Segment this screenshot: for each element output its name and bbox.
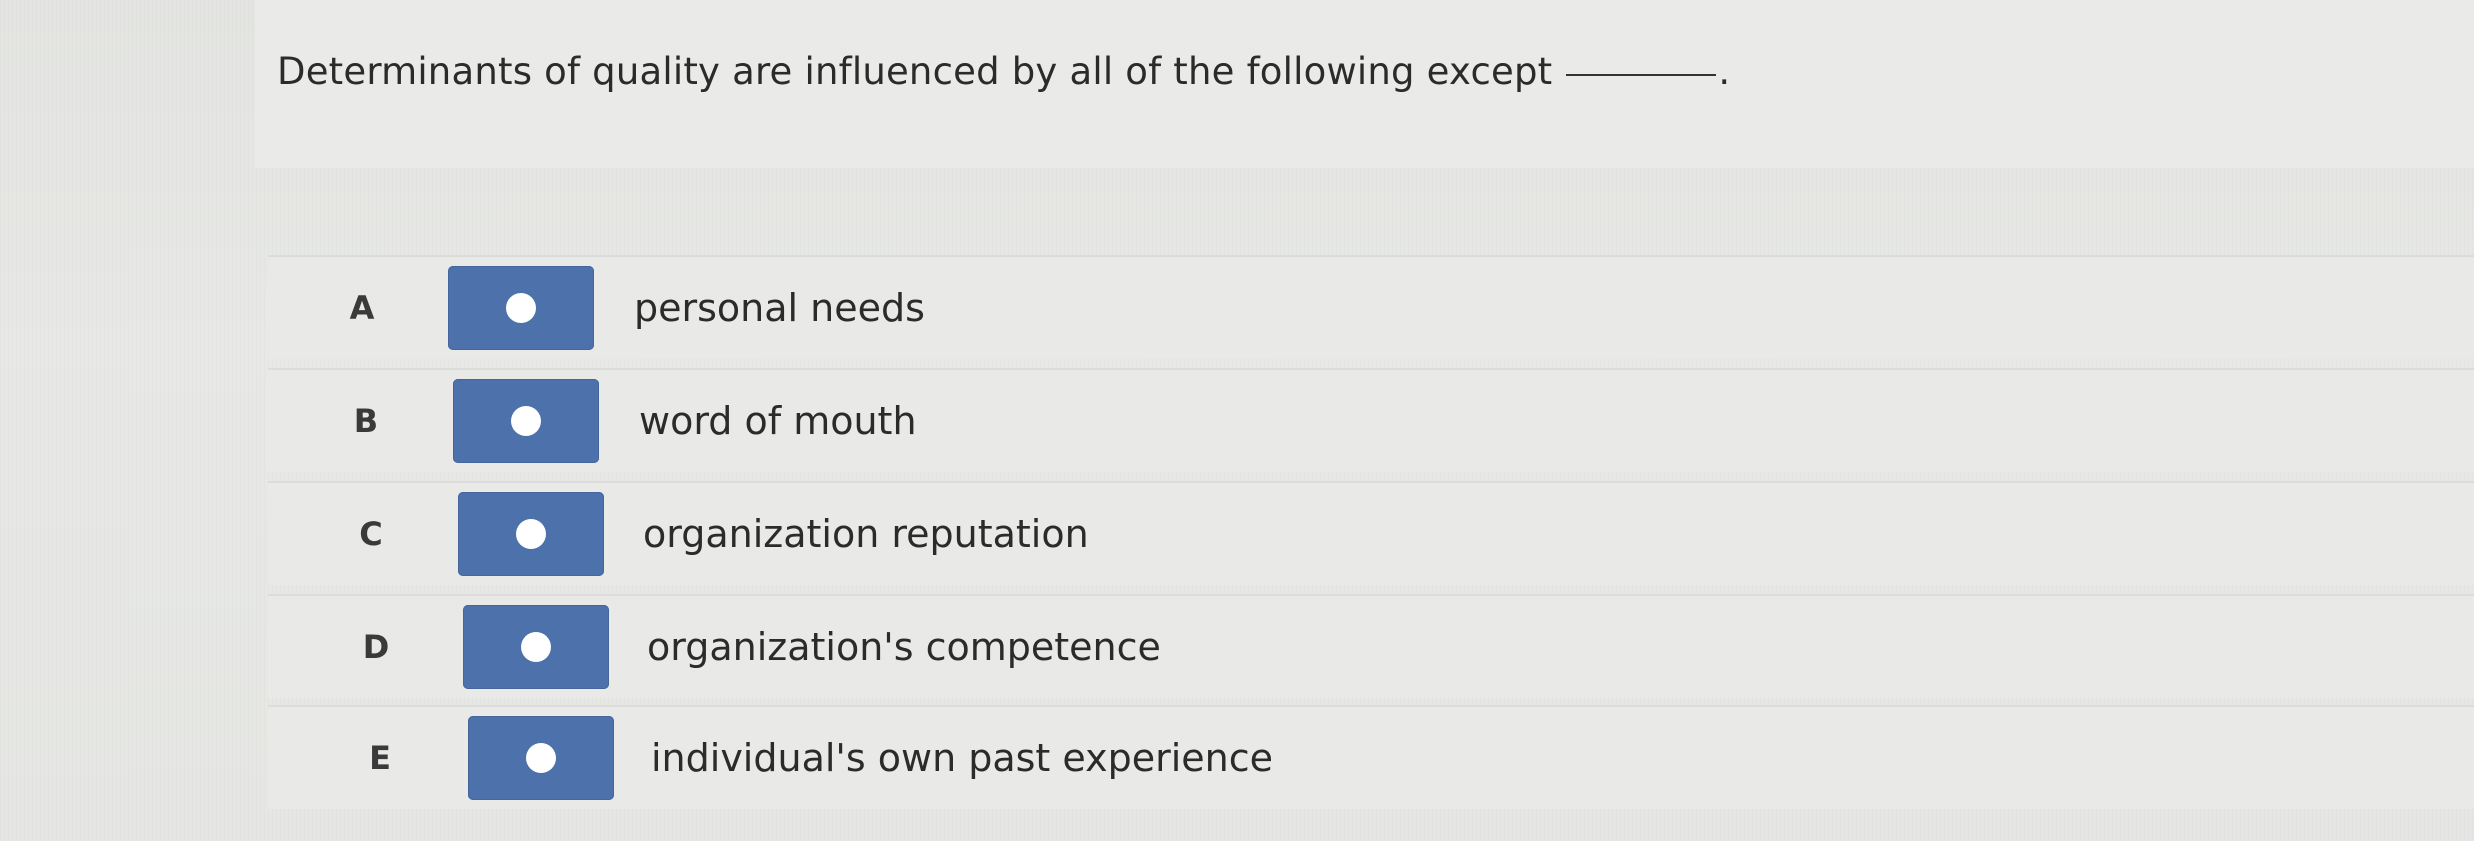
option-e-radio-button[interactable] [468,716,614,800]
option-letter: B [353,402,379,440]
radio-dot-icon [506,293,536,323]
option-letter: D [362,628,390,666]
radio-dot-icon [521,632,551,662]
option-b-radio-button[interactable] [453,379,599,463]
option-d[interactable]: D organization's competence [268,594,2474,698]
option-letter: A [349,289,375,327]
question-period: . [1718,50,1731,93]
option-label: individual's own past experience [651,736,1274,780]
radio-dot-icon [511,406,541,436]
option-letter: C [359,515,383,553]
option-label: organization's competence [647,625,1161,669]
option-a[interactable]: A personal needs [268,255,2474,359]
question-text: Determinants of quality are influenced b… [277,50,1553,93]
option-label: personal needs [634,286,925,330]
radio-dot-icon [516,519,546,549]
answer-blank [1566,74,1717,76]
option-label: organization reputation [643,512,1089,556]
radio-dot-icon [526,743,556,773]
option-letter: E [369,739,391,777]
option-d-radio-button[interactable] [463,605,609,689]
option-c[interactable]: C organization reputation [268,481,2474,585]
option-b[interactable]: B word of mouth [268,368,2474,472]
question-prompt: Determinants of quality are influenced b… [277,50,1730,93]
option-a-radio-button[interactable] [448,266,594,350]
option-label: word of mouth [639,399,917,443]
option-c-radio-button[interactable] [458,492,604,576]
option-e[interactable]: E individual's own past experience [268,705,2474,809]
